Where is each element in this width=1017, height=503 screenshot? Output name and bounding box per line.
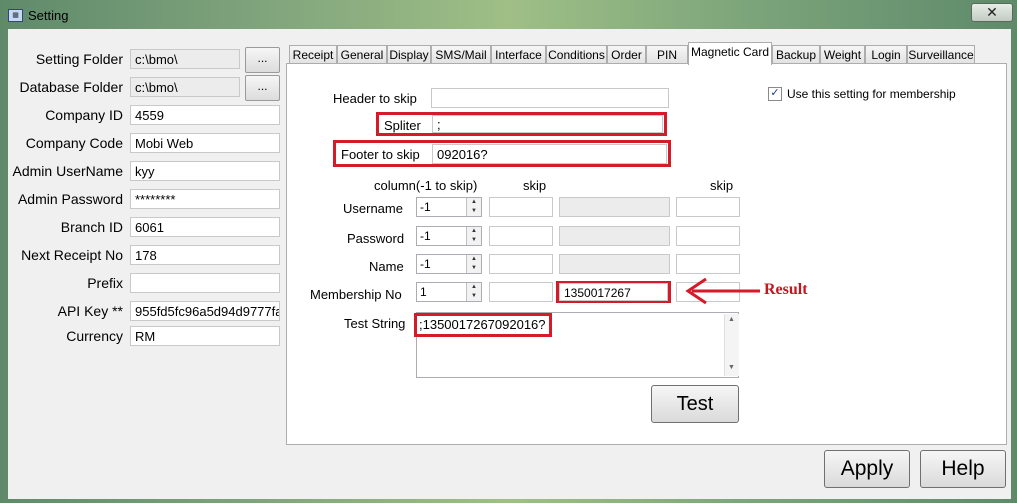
tab-surveillance[interactable]: Surveillance xyxy=(907,45,975,64)
name-skip2-field[interactable] xyxy=(676,254,740,274)
prefix-label: Prefix xyxy=(87,275,123,291)
next-receipt-no-field[interactable]: 178 xyxy=(130,245,280,265)
database-folder-label: Database Folder xyxy=(19,79,123,95)
test-button[interactable]: Test xyxy=(651,385,739,423)
use-for-membership-label: Use this setting for membership xyxy=(787,87,956,101)
password-row-label: Password xyxy=(347,231,405,246)
company-code-label: Company Code xyxy=(25,135,123,151)
username-column-stepper[interactable]: -1 ▲ ▼ xyxy=(416,197,482,217)
tab-interface[interactable]: Interface xyxy=(491,45,546,64)
footer-to-skip-field[interactable]: 092016? xyxy=(432,144,667,164)
tab-backup[interactable]: Backup xyxy=(772,45,820,64)
test-string-scrollbar[interactable]: ▲ ▼ xyxy=(724,314,739,376)
password-skip-field[interactable] xyxy=(489,226,553,246)
tab-magnetic-card[interactable]: Magnetic Card xyxy=(688,42,772,65)
scroll-up-icon[interactable]: ▲ xyxy=(728,316,735,323)
footer-to-skip-label: Footer to skip xyxy=(341,147,420,162)
tab-display[interactable]: Display xyxy=(387,45,431,64)
company-id-field[interactable]: 4559 xyxy=(130,105,280,125)
header-to-skip-field[interactable] xyxy=(431,88,669,108)
username-skip2-field[interactable] xyxy=(676,197,740,217)
result-annotation-label: Result xyxy=(764,281,808,298)
membership-column-stepper[interactable]: 1 ▲ ▼ xyxy=(416,282,482,302)
setting-folder-label: Setting Folder xyxy=(35,51,123,67)
membership-skip-field[interactable] xyxy=(489,282,553,302)
database-folder-browse-button[interactable]: ... xyxy=(245,75,280,101)
help-button[interactable]: Help xyxy=(920,450,1006,488)
test-string-value: ;1350017267092016? xyxy=(419,317,546,332)
name-skip-field[interactable] xyxy=(489,254,553,274)
name-result-field xyxy=(559,254,670,274)
prefix-field[interactable] xyxy=(130,273,280,293)
admin-username-label: Admin UserName xyxy=(12,163,123,179)
tab-pin[interactable]: PIN xyxy=(646,45,688,64)
setting-folder-field[interactable]: c:\bmo\ xyxy=(130,49,240,69)
admin-password-label: Admin Password xyxy=(17,191,123,207)
tab-order[interactable]: Order xyxy=(607,45,646,64)
tab-receipt[interactable]: Receipt xyxy=(289,45,337,64)
membership-no-row-label: Membership No xyxy=(310,287,402,302)
branch-id-field[interactable]: 6061 xyxy=(130,217,280,237)
spliter-label: Spliter xyxy=(384,118,421,133)
result-arrow-icon xyxy=(685,277,760,305)
database-folder-field[interactable]: c:\bmo\ xyxy=(130,77,240,97)
username-result-field xyxy=(559,197,670,217)
title-bar[interactable]: ▦ Setting ✕ xyxy=(0,0,1017,30)
stepper-arrows-icon[interactable]: ▲ ▼ xyxy=(466,255,481,273)
column-header: column(-1 to skip) xyxy=(374,178,478,193)
api-key-label: API Key ** xyxy=(57,303,123,319)
next-receipt-no-label: Next Receipt No xyxy=(21,247,123,263)
name-column-value: -1 xyxy=(420,257,431,271)
username-column-value: -1 xyxy=(420,200,431,214)
password-column-value: -1 xyxy=(420,229,431,243)
tab-general[interactable]: General xyxy=(337,45,387,64)
currency-label: Currency xyxy=(66,328,123,344)
admin-username-field[interactable]: kyy xyxy=(130,161,280,181)
skip-header-2: skip xyxy=(710,178,734,193)
use-for-membership-checkbox[interactable]: ✓ xyxy=(768,87,782,101)
close-icon: ✕ xyxy=(986,4,998,20)
currency-field[interactable]: RM xyxy=(130,326,280,346)
test-string-label: Test String xyxy=(344,316,406,331)
password-result-field xyxy=(559,226,670,246)
password-skip2-field[interactable] xyxy=(676,226,740,246)
name-column-stepper[interactable]: -1 ▲ ▼ xyxy=(416,254,482,274)
admin-password-field[interactable]: ******** xyxy=(130,189,280,209)
tab-login[interactable]: Login xyxy=(865,45,907,64)
api-key-field[interactable]: 955fd5fc96a5d94d9777fa xyxy=(130,301,280,321)
tab-weight[interactable]: Weight xyxy=(820,45,865,64)
spliter-field[interactable]: ; xyxy=(432,115,663,133)
username-skip-field[interactable] xyxy=(489,197,553,217)
company-id-label: Company ID xyxy=(45,107,123,123)
membership-column-value: 1 xyxy=(420,285,427,299)
name-row-label: Name xyxy=(369,259,404,274)
scroll-down-icon[interactable]: ▼ xyxy=(728,364,735,371)
skip-header-1: skip xyxy=(523,178,547,193)
header-to-skip-label: Header to skip xyxy=(333,91,417,106)
tab-conditions[interactable]: Conditions xyxy=(546,45,607,64)
close-button[interactable]: ✕ xyxy=(971,3,1013,22)
app-icon: ▦ xyxy=(8,9,23,22)
password-column-stepper[interactable]: -1 ▲ ▼ xyxy=(416,226,482,246)
stepper-arrows-icon[interactable]: ▲ ▼ xyxy=(466,283,481,301)
membership-result-field: 1350017267 xyxy=(559,283,668,301)
apply-button[interactable]: Apply xyxy=(824,450,910,488)
stepper-arrows-icon[interactable]: ▲ ▼ xyxy=(466,227,481,245)
tab-sms-mail[interactable]: SMS/Mail xyxy=(431,45,491,64)
stepper-arrows-icon[interactable]: ▲ ▼ xyxy=(466,198,481,216)
setting-folder-browse-button[interactable]: ... xyxy=(245,47,280,73)
username-row-label: Username xyxy=(343,201,403,216)
company-code-field[interactable]: Mobi Web xyxy=(130,133,280,153)
branch-id-label: Branch ID xyxy=(60,219,123,235)
window-title: Setting xyxy=(28,8,69,23)
